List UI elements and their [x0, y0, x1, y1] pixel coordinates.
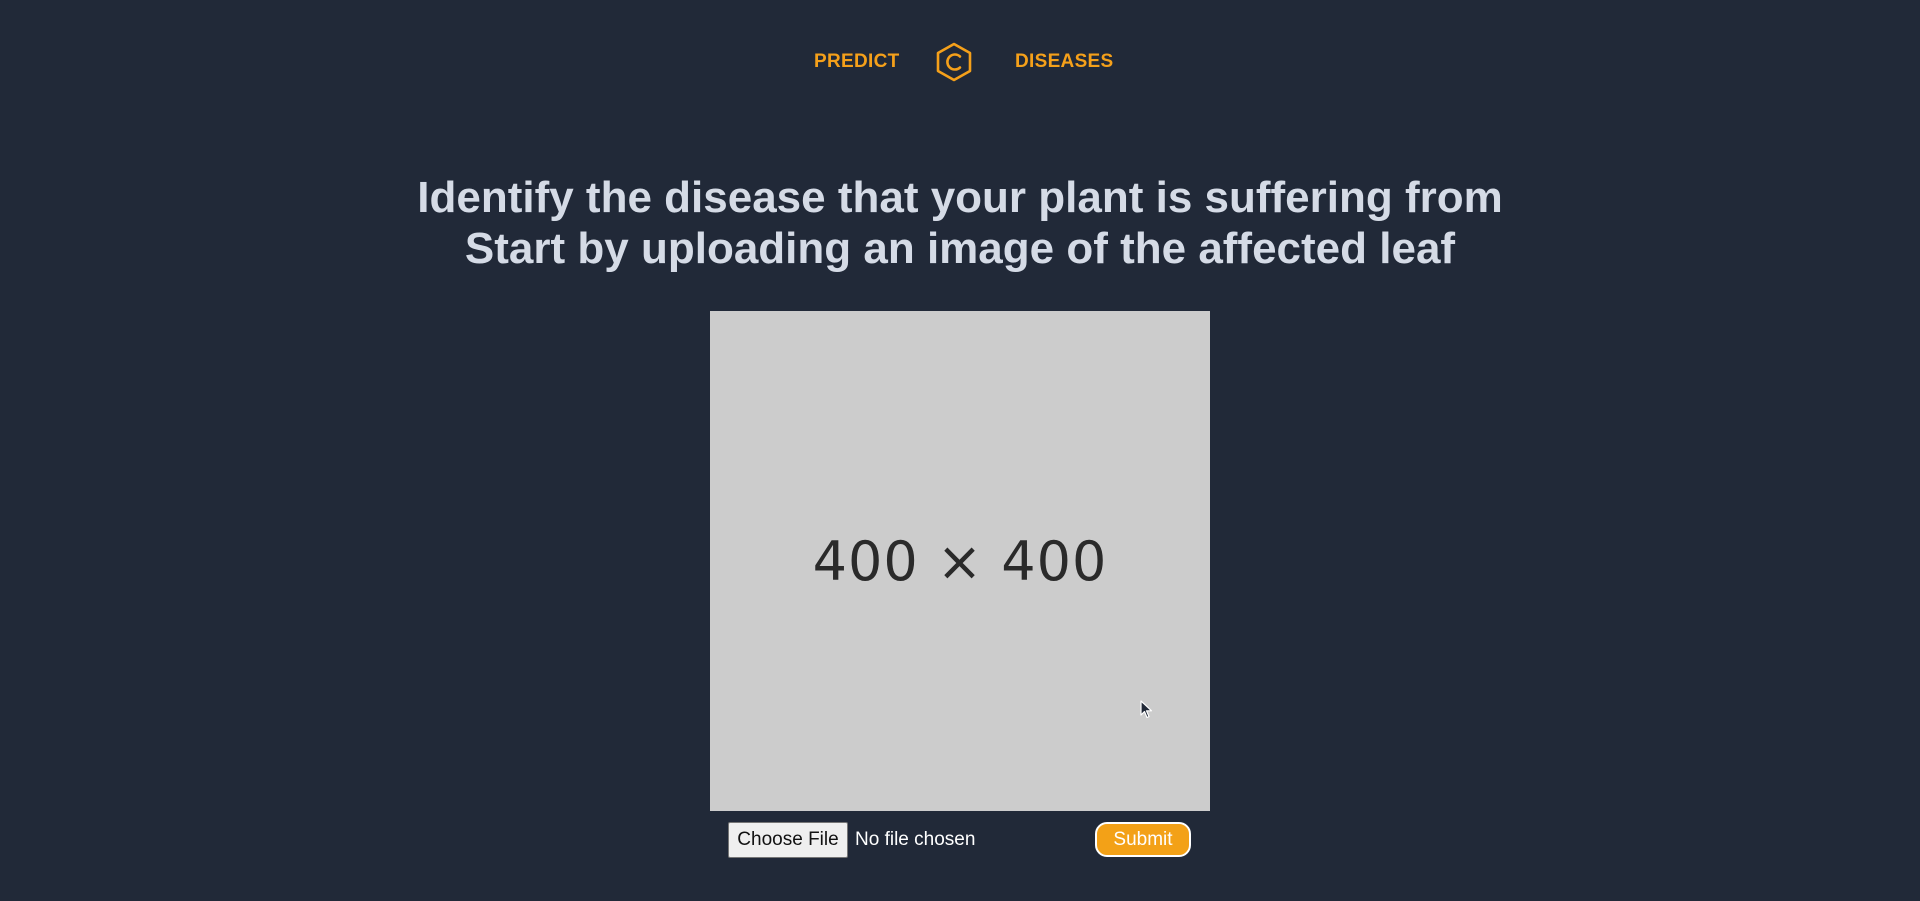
choose-file-button[interactable]: Choose File	[728, 822, 848, 858]
headline-line-1: Identify the disease that your plant is …	[417, 173, 1503, 222]
upload-form: Choose File No file chosen Submit	[728, 822, 1192, 858]
file-status-text: No file chosen	[855, 829, 976, 850]
headline-line-2: Start by uploading an image of the affec…	[464, 224, 1456, 273]
image-preview: 400 × 400	[710, 311, 1210, 811]
preview-placeholder-text: 400 × 400	[812, 529, 1108, 593]
hexagon-c-logo-icon[interactable]	[934, 40, 974, 84]
nav-predict-link[interactable]: PREDICT	[814, 51, 900, 73]
submit-button[interactable]: Submit	[1095, 822, 1191, 857]
top-nav: PREDICT DISEASES	[0, 40, 1920, 84]
page: PREDICT DISEASES Identify the disease th…	[0, 0, 1920, 901]
page-title: Identify the disease that your plant is …	[0, 172, 1920, 274]
nav-diseases-link[interactable]: DISEASES	[1015, 51, 1114, 73]
mouse-cursor-icon	[1140, 700, 1154, 720]
